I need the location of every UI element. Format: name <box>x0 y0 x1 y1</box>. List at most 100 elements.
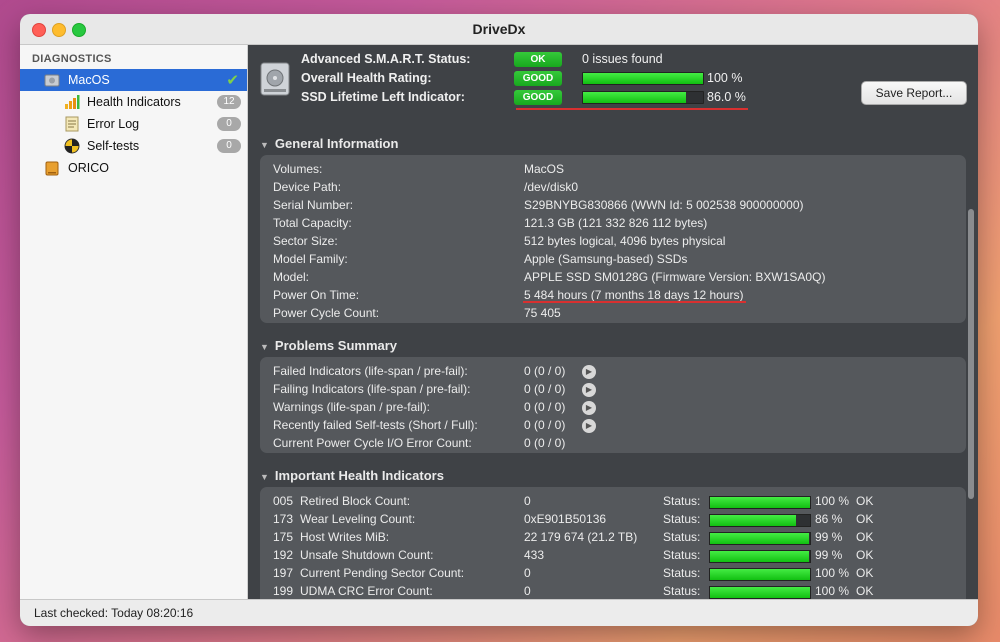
indicator-id: 192 <box>273 548 294 562</box>
general-info-label: Power On Time: <box>273 288 360 302</box>
indicator-state: OK <box>856 548 874 562</box>
disclosure-triangle-icon: ▼ <box>260 472 269 482</box>
details-arrow-button[interactable]: ▶ <box>582 365 596 379</box>
problem-value: 0 (0 / 0) <box>524 382 566 396</box>
indicator-status-bar <box>709 496 811 509</box>
health-rating-label: Overall Health Rating: <box>301 71 432 85</box>
indicator-status-bar-fill <box>710 551 809 562</box>
indicator-percent: 100 % <box>815 494 850 508</box>
title-bar: DriveDx <box>20 14 978 45</box>
highlight-underline <box>523 301 746 303</box>
problem-value: 0 (0 / 0) <box>524 400 566 414</box>
indicator-state: OK <box>856 530 874 544</box>
external-disk-icon <box>45 161 59 176</box>
sidebar-item-health-indicators[interactable]: Health Indicators 12 <box>20 91 247 113</box>
health-rating-bar-fill <box>583 73 703 84</box>
health-rating-bar <box>582 72 704 85</box>
sidebar-item-orico[interactable]: ORICO <box>20 157 247 179</box>
indicator-name: Host Writes MiB: <box>300 530 390 544</box>
general-info-label: Power Cycle Count: <box>273 306 380 320</box>
indicator-id: 173 <box>273 512 294 526</box>
main-panel: Advanced S.M.A.R.T. Status: OK 0 issues … <box>248 45 978 599</box>
indicator-state: OK <box>856 566 874 580</box>
problem-label: Recently failed Self-tests (Short / Full… <box>273 418 478 432</box>
sidebar-item-label: Error Log <box>87 117 140 131</box>
general-info-label: Model Family: <box>273 252 348 266</box>
indicator-status-label: Status: <box>663 494 701 508</box>
count-badge: 12 <box>217 95 241 109</box>
indicator-raw-value: 0 <box>524 584 531 598</box>
details-scroll-area[interactable]: ▼ General Information Volumes: MacOS Device… <box>248 123 978 599</box>
internal-disk-icon <box>44 74 60 87</box>
disclosure-triangle-icon: ▼ <box>260 140 269 150</box>
highlight-underline <box>516 108 748 110</box>
general-info-value: MacOS <box>524 162 565 176</box>
indicator-percent: 100 % <box>815 566 850 580</box>
sidebar-item-macos[interactable]: MacOS ✔ <box>20 69 247 91</box>
indicator-status-bar <box>709 514 811 527</box>
smart-status-text: 0 issues found <box>582 52 663 66</box>
sidebar: DIAGNOSTICS MacOS ✔ Health Indicators 12 <box>20 45 248 599</box>
document-icon <box>65 116 79 132</box>
problem-label: Current Power Cycle I/O Error Count: <box>273 436 472 450</box>
sidebar-item-label: Self-tests <box>87 139 140 153</box>
problems-summary-panel: Failed Indicators (life-span / pre-fail)… <box>260 357 966 453</box>
indicator-percent: 99 % <box>815 548 843 562</box>
details-arrow-button[interactable]: ▶ <box>582 419 596 433</box>
indicator-state: OK <box>856 494 874 508</box>
sidebar-item-label: MacOS <box>68 73 110 87</box>
details-arrow-button[interactable]: ▶ <box>582 401 596 415</box>
indicator-name: Unsafe Shutdown Count: <box>300 548 434 562</box>
indicator-raw-value: 0 <box>524 494 531 508</box>
count-badge: 0 <box>217 139 241 153</box>
general-info-label: Sector Size: <box>273 234 338 248</box>
health-rating-badge: GOOD <box>514 71 562 86</box>
health-indicators-header[interactable]: ▼ Important Health Indicators <box>260 468 444 483</box>
ssd-lifetime-label: SSD Lifetime Left Indicator: <box>301 90 465 104</box>
details-arrow-button[interactable]: ▶ <box>582 383 596 397</box>
general-info-value: Apple (Samsung-based) SSDs <box>524 252 688 266</box>
indicator-id: 199 <box>273 584 294 598</box>
health-rating-percent: 100 % <box>707 71 743 85</box>
sidebar-item-error-log[interactable]: Error Log 0 <box>20 113 247 135</box>
indicator-raw-value: 22 179 674 (21.2 TB) <box>524 530 638 544</box>
indicator-name: Current Pending Sector Count: <box>300 566 465 580</box>
indicator-percent: 86 % <box>815 512 843 526</box>
checkmark-icon: ✔ <box>226 72 239 89</box>
vertical-scrollbar[interactable] <box>968 209 974 499</box>
indicator-raw-value: 0xE901B50136 <box>524 512 607 526</box>
sidebar-item-self-tests[interactable]: Self-tests 0 <box>20 135 247 157</box>
problem-value: 0 (0 / 0) <box>524 418 566 432</box>
indicator-state: OK <box>856 512 874 526</box>
general-info-value: 5 484 hours (7 months 18 days 12 hours) <box>524 288 744 302</box>
problem-label: Failing Indicators (life-span / pre-fail… <box>273 382 471 396</box>
problem-label: Failed Indicators (life-span / pre-fail)… <box>273 364 468 378</box>
problems-summary-header[interactable]: ▼ Problems Summary <box>260 338 397 353</box>
indicator-status-bar <box>709 586 811 599</box>
sidebar-item-label: ORICO <box>68 161 109 175</box>
indicator-status-bar-fill <box>710 587 810 598</box>
minimize-window-button[interactable] <box>52 23 66 37</box>
indicator-status-bar <box>709 568 811 581</box>
indicator-status-bar-fill <box>710 515 796 526</box>
indicator-status-label: Status: <box>663 584 701 598</box>
general-info-label: Device Path: <box>273 180 342 194</box>
ssd-lifetime-percent: 86.0 % <box>707 90 746 104</box>
sidebar-section-label: DIAGNOSTICS <box>32 53 112 65</box>
indicator-id: 175 <box>273 530 294 544</box>
general-info-label: Model: <box>273 270 310 284</box>
indicator-status-label: Status: <box>663 530 701 544</box>
bar-chart-icon <box>65 95 80 109</box>
general-info-value: S29BNYBG830866 (WWN Id: 5 002538 9000000… <box>524 198 804 212</box>
zoom-window-button[interactable] <box>72 23 86 37</box>
indicator-raw-value: 433 <box>524 548 545 562</box>
indicator-status-label: Status: <box>663 512 701 526</box>
general-info-header[interactable]: ▼ General Information <box>260 136 398 151</box>
general-info-value: 121.3 GB (121 332 826 112 bytes) <box>524 216 708 230</box>
problem-label: Warnings (life-span / pre-fail): <box>273 400 430 414</box>
save-report-button[interactable]: Save Report... <box>861 81 967 105</box>
health-indicators-panel: 005 Retired Block Count: 0 Status: 100 % OK 17… <box>260 487 966 599</box>
close-window-button[interactable] <box>32 23 46 37</box>
last-checked-text: Last checked: Today 08:20:16 <box>34 606 194 620</box>
ssd-lifetime-bar-fill <box>583 92 687 103</box>
